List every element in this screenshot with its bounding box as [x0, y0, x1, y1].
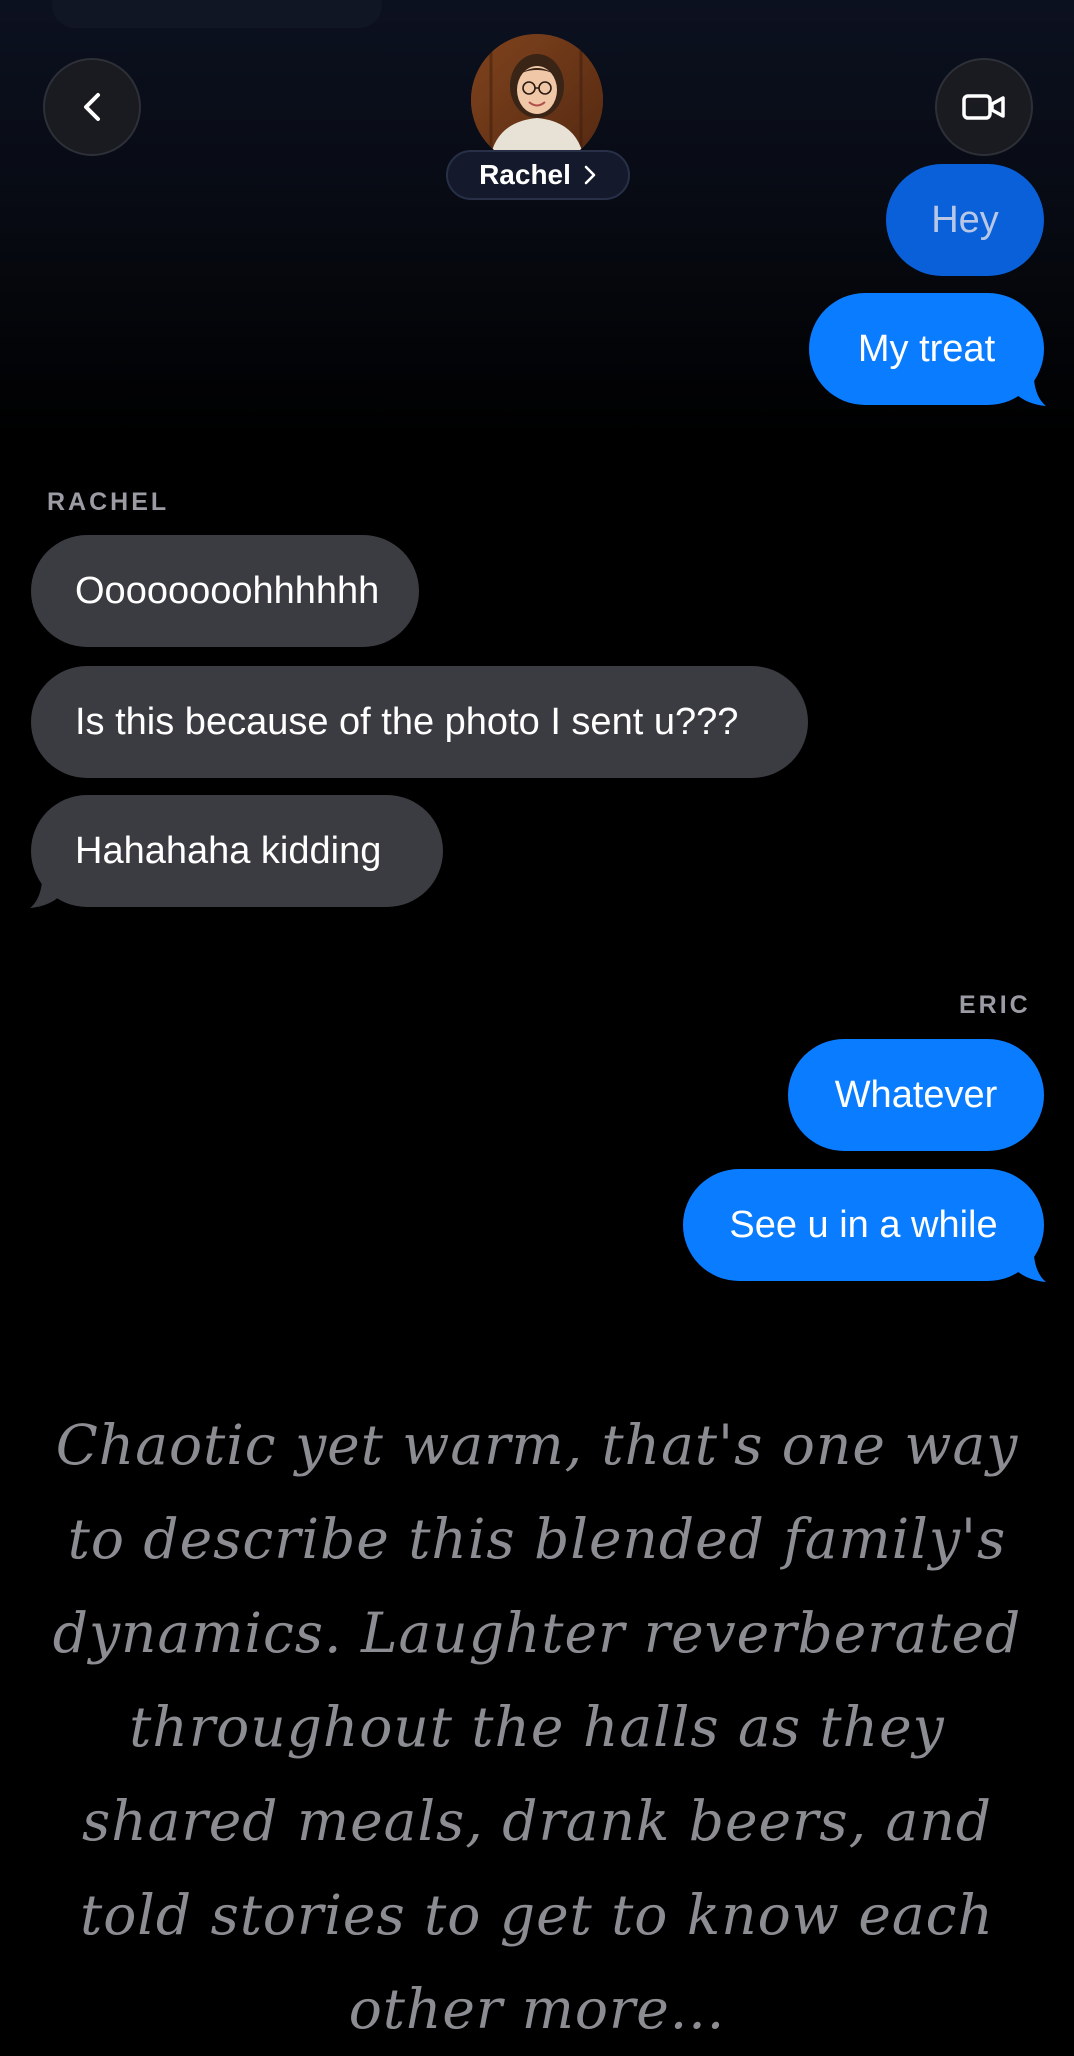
message-bubble-outgoing[interactable]: See u in a while [683, 1169, 1044, 1281]
message-bubble-incoming[interactable]: Hahahaha kidding [31, 795, 443, 907]
back-button[interactable] [43, 58, 141, 156]
contact-name: Rachel [479, 159, 571, 190]
message-bubble-outgoing[interactable]: Whatever [788, 1039, 1044, 1151]
message-text: Hey [931, 198, 999, 241]
contact-avatar[interactable] [471, 34, 603, 166]
chevron-right-icon [584, 165, 596, 185]
chevron-left-icon [84, 93, 100, 121]
bubble-tail [1012, 380, 1046, 406]
bubble-tail [30, 882, 64, 908]
message-text: See u in a while [729, 1203, 998, 1246]
sender-label-eric: ERIC [959, 991, 1031, 1019]
video-camera-icon [962, 94, 1005, 120]
message-text: Is this because of the photo I sent u??? [75, 700, 739, 743]
message-text: My treat [857, 327, 996, 370]
message-bubble-outgoing[interactable]: My treat [809, 293, 1044, 405]
message-bubble-outgoing[interactable]: Hey [886, 164, 1044, 276]
message-bubble-incoming[interactable]: Is this because of the photo I sent u??? [31, 666, 808, 778]
message-bubble-incoming[interactable]: Oooooooohhhhhh [31, 535, 419, 647]
sender-label-rachel: RACHEL [47, 488, 170, 516]
video-call-button[interactable] [935, 58, 1033, 156]
message-text: Whatever [834, 1073, 998, 1116]
message-text: Hahahaha kidding [75, 829, 382, 872]
bubble-tail [1012, 1256, 1046, 1282]
status-bar-remnant [52, 0, 382, 28]
story-narration: Chaotic yet warm, that's one way to desc… [52, 1413, 1022, 2041]
contact-name-pill[interactable]: Rachel [446, 150, 630, 200]
message-text: Oooooooohhhhhh [75, 569, 380, 612]
